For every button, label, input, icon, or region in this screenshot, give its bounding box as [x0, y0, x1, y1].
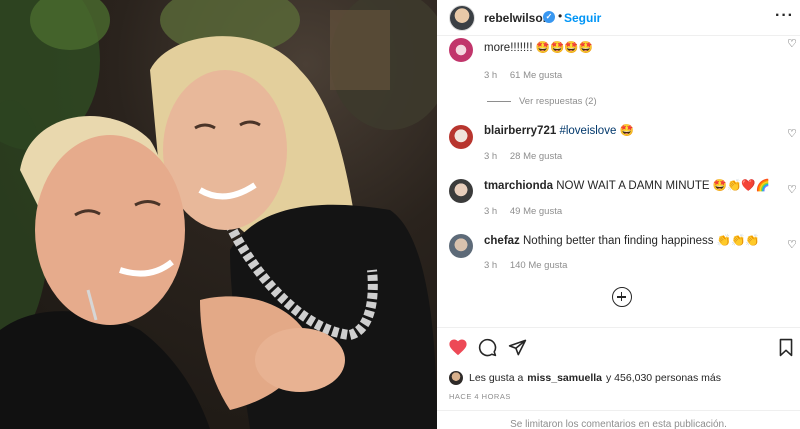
post-side-panel: rebelwilson ✓ • Seguir ··· more!!!!!!! 🤩…: [437, 0, 800, 429]
comment-time[interactable]: 3 h: [484, 260, 497, 271]
comment-likes[interactable]: 61 Me gusta: [510, 70, 562, 81]
comment-time[interactable]: 3 h: [484, 151, 497, 162]
comment-username[interactable]: chefaz: [484, 235, 520, 247]
photo-illustration: [0, 0, 437, 429]
header-separator: •: [558, 9, 563, 23]
comment-text-line2: more!!!!!!! 🤩🤩🤩🤩: [484, 42, 594, 54]
comment-username[interactable]: tmarchionda: [484, 180, 553, 192]
comments-limited-notice: Se limitaron los comentarios en esta pub…: [437, 410, 800, 429]
comment-likes[interactable]: 140 Me gusta: [510, 260, 568, 271]
view-replies-button[interactable]: Ver respuestas (2): [487, 96, 597, 107]
replies-line: [487, 101, 511, 102]
liker-avatar[interactable]: [449, 371, 463, 385]
comment-avatar[interactable]: [449, 125, 473, 149]
follow-button[interactable]: Seguir: [564, 11, 601, 25]
comment-meta: 3 h 49 Me gusta: [484, 206, 572, 217]
comment-content: Nothing better than finding happiness 👏👏…: [523, 235, 760, 247]
author-avatar[interactable]: [449, 5, 475, 31]
comment-likes[interactable]: 49 Me gusta: [510, 206, 562, 217]
comment-body: chefaz Nothing better than finding happi…: [484, 233, 760, 249]
comment-like-icon[interactable]: ♡: [787, 183, 797, 196]
more-options-icon[interactable]: ···: [775, 7, 794, 25]
comment-body: blairberry721 #loveislove 🤩: [484, 123, 634, 139]
comment-avatar[interactable]: [449, 38, 473, 62]
plus-circle-icon[interactable]: [612, 287, 632, 307]
likes-summary: Les gusta a miss_samuella y 456,030 pers…: [449, 369, 721, 387]
comment-time[interactable]: 3 h: [484, 206, 497, 217]
comment-time[interactable]: 3 h: [484, 70, 497, 81]
comment-like-icon[interactable]: ♡: [787, 127, 797, 140]
heart-filled-icon[interactable]: [448, 338, 468, 356]
comment-likes[interactable]: 28 Me gusta: [510, 151, 562, 162]
comment-like-icon[interactable]: ♡: [787, 238, 797, 251]
author-username[interactable]: rebelwilson: [484, 11, 550, 25]
paper-plane-icon[interactable]: [508, 338, 527, 357]
comment-username[interactable]: blairberry721: [484, 125, 556, 137]
post-actions: [437, 327, 800, 365]
comment-meta: 3 h 61 Me gusta: [484, 70, 572, 81]
view-replies-label: Ver respuestas (2): [519, 96, 597, 107]
comment-hashtag[interactable]: #loveislove: [559, 125, 616, 137]
comment-emoji: 🤩: [619, 125, 634, 137]
likes-prefix: Les gusta a: [469, 372, 524, 384]
bookmark-icon[interactable]: [778, 338, 794, 357]
verified-badge-icon: ✓: [543, 11, 555, 23]
comment-avatar[interactable]: [449, 234, 473, 258]
comment-meta: 3 h 140 Me gusta: [484, 260, 577, 271]
post-photo: [0, 0, 437, 429]
comment-body: tmarchionda NOW WAIT A DAMN MINUTE 🤩👏❤️🌈: [484, 178, 770, 194]
comments-list: more!!!!!!! 🤩🤩🤩🤩 3 h 61 Me gusta ♡ Ver r…: [437, 37, 800, 327]
comment-meta: 3 h 28 Me gusta: [484, 151, 572, 162]
comment-icon[interactable]: [478, 338, 497, 357]
comment-content: NOW WAIT A DAMN MINUTE 🤩👏❤️🌈: [556, 180, 771, 192]
liker-username[interactable]: miss_samuella: [527, 372, 602, 384]
likes-count[interactable]: y 456,030 personas más: [606, 372, 721, 384]
post-header: rebelwilson ✓ • Seguir ···: [437, 0, 800, 36]
comment-avatar[interactable]: [449, 179, 473, 203]
post-timestamp[interactable]: HACE 4 HORAS: [449, 392, 511, 401]
comment-like-icon[interactable]: ♡: [787, 37, 797, 50]
